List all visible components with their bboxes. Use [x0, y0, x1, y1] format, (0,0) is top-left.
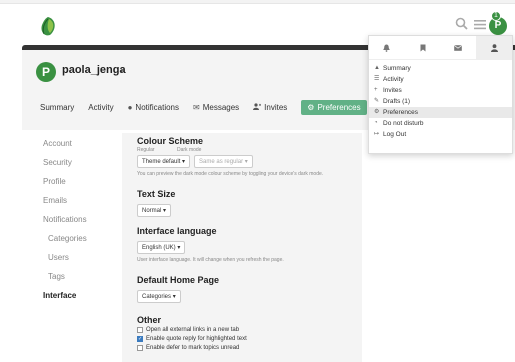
regular-scheme-select[interactable]: Theme default ▾ — [137, 155, 191, 168]
bookmark-icon[interactable] — [405, 36, 441, 59]
tab-notifications-label: Notifications — [135, 102, 179, 112]
menu-item-label: Summary — [383, 65, 411, 72]
tab-preferences-label: Preferences — [317, 102, 361, 112]
default-home-value: Categories — [142, 294, 172, 300]
sidenav-item-categories[interactable]: Categories — [43, 229, 87, 248]
tab-notifications[interactable]: ● Notifications — [128, 103, 179, 112]
option-external-links[interactable]: Open all external links in a new tab — [137, 325, 347, 334]
user-plus-icon: + — [374, 87, 378, 93]
checkbox[interactable] — [137, 326, 143, 333]
option-defer-unread[interactable]: Enable defer to mark topics unread — [137, 343, 347, 352]
user-plus-icon — [253, 102, 262, 112]
tab-summary-label: Summary — [40, 102, 75, 112]
sidenav-item-interface[interactable]: Interface — [43, 286, 87, 305]
user-menu-tabs — [369, 36, 512, 60]
tab-activity-label: Activity — [88, 102, 114, 112]
envelope-icon[interactable] — [441, 36, 477, 59]
search-icon[interactable] — [455, 17, 468, 34]
text-size-value: Normal — [142, 208, 162, 214]
menu-item-label: Invites — [383, 87, 402, 94]
interface-language-title: Interface language — [137, 226, 217, 236]
user-nav-tabs: Summary Activity ● Notifications ✉ Message… — [40, 97, 367, 117]
menu-item-log-out[interactable]: ↦ Log Out — [369, 129, 512, 140]
sidenav-item-profile[interactable]: Profile — [43, 172, 87, 191]
sign-out-icon: ↦ — [374, 131, 380, 137]
option-label: Enable quote reply for highlighted text — [146, 335, 247, 342]
user-icon: ▲ — [374, 65, 380, 71]
user-icon[interactable] — [476, 36, 512, 59]
menu-item-label: Log Out — [383, 131, 407, 138]
interface-language-hint: User interface language. It will change … — [137, 257, 284, 263]
bell-icon[interactable] — [369, 36, 405, 59]
text-size-select[interactable]: Normal ▾ — [137, 204, 172, 217]
caret-down-icon: ▾ — [244, 159, 248, 165]
hamburger-icon[interactable] — [474, 17, 486, 34]
default-home-select[interactable]: Categories ▾ — [137, 290, 181, 303]
tab-activity[interactable]: Activity — [88, 103, 113, 112]
sidenav-item-notifications[interactable]: Notifications — [43, 210, 87, 229]
sidenav-item-tags[interactable]: Tags — [43, 267, 87, 286]
menu-item-label: Activity — [383, 76, 404, 83]
gear-icon: ⚙ — [374, 109, 380, 115]
stream-icon: ☰ — [374, 76, 380, 82]
regular-label: Regular — [137, 147, 155, 153]
menu-item-invites[interactable]: + Invites — [369, 85, 512, 96]
default-home-title: Default Home Page — [137, 275, 220, 285]
caret-down-icon: ▾ — [172, 294, 176, 300]
menu-item-label: Do not disturb — [383, 120, 424, 127]
interface-preferences-panel: Colour Scheme Regular Dark mode Theme de… — [122, 133, 362, 362]
other-title: Other — [137, 315, 162, 325]
notifications-icon: ● — [127, 102, 133, 112]
menu-item-preferences[interactable]: ⚙ Preferences — [369, 107, 512, 118]
tab-invites[interactable]: Invites — [253, 103, 287, 112]
caret-down-icon: ▾ — [177, 245, 181, 251]
user-menu-dropdown: ▲ Summary ☰ Activity + Invites ✎ Drafts (1) … — [368, 35, 513, 154]
option-label: Enable defer to mark topics unread — [146, 344, 240, 351]
tab-summary[interactable]: Summary — [40, 103, 74, 112]
moon-icon: ◔ — [374, 120, 378, 126]
tab-messages-label: Messages — [202, 102, 240, 112]
caret-down-icon: ▾ — [163, 208, 167, 214]
option-quote-reply[interactable]: ✓ Enable quote reply for highlighted text — [137, 334, 347, 343]
preferences-sidenav: Account Security Profile Emails Notifica… — [43, 134, 87, 305]
gear-icon: ⚙ — [307, 102, 315, 112]
profile-username: paola_jenga — [62, 64, 126, 76]
text-size-title: Text Size — [137, 189, 176, 199]
checkbox[interactable] — [137, 344, 143, 351]
menu-item-label: Drafts (1) — [383, 98, 411, 105]
pencil-icon: ✎ — [374, 98, 380, 104]
option-label: Open all external links in a new tab — [146, 326, 240, 333]
menu-item-activity[interactable]: ☰ Activity — [369, 74, 512, 85]
tab-messages[interactable]: ✉ Messages — [193, 103, 239, 112]
colour-scheme-hint: You can preview the dark mode colour sch… — [137, 171, 324, 177]
menu-item-summary[interactable]: ▲ Summary — [369, 63, 512, 74]
sidenav-item-emails[interactable]: Emails — [43, 191, 87, 210]
site-logo[interactable] — [38, 15, 58, 42]
caret-down-icon: ▾ — [182, 159, 186, 165]
sidenav-item-account[interactable]: Account — [43, 134, 87, 153]
interface-language-value: English (UK) — [142, 245, 176, 251]
sidenav-item-security[interactable]: Security — [43, 153, 87, 172]
notification-badge: 1 — [491, 11, 501, 21]
checkbox-checked-icon[interactable]: ✓ — [137, 335, 143, 342]
dark-scheme-value: Same as regular — [199, 159, 244, 165]
menu-item-do-not-disturb[interactable]: ◔ Do not disturb — [369, 118, 512, 129]
user-menu-items: ▲ Summary ☰ Activity + Invites ✎ Drafts (1) … — [369, 60, 512, 140]
envelope-icon: ✉ — [193, 102, 200, 112]
colour-scheme-title: Colour Scheme — [137, 136, 204, 146]
dark-scheme-select[interactable]: Same as regular ▾ — [194, 155, 253, 168]
tab-invites-label: Invites — [264, 102, 288, 112]
regular-scheme-value: Theme default — [142, 159, 181, 165]
sidenav-item-users[interactable]: Users — [43, 248, 87, 267]
menu-item-drafts[interactable]: ✎ Drafts (1) — [369, 96, 512, 107]
dark-mode-label: Dark mode — [177, 147, 202, 153]
profile-avatar[interactable]: P — [36, 62, 56, 82]
interface-language-select[interactable]: English (UK) ▾ — [137, 241, 186, 254]
tab-preferences[interactable]: ⚙ Preferences — [301, 99, 367, 115]
menu-item-label: Preferences — [383, 109, 419, 116]
user-status-icon: ◐ — [120, 66, 125, 75]
